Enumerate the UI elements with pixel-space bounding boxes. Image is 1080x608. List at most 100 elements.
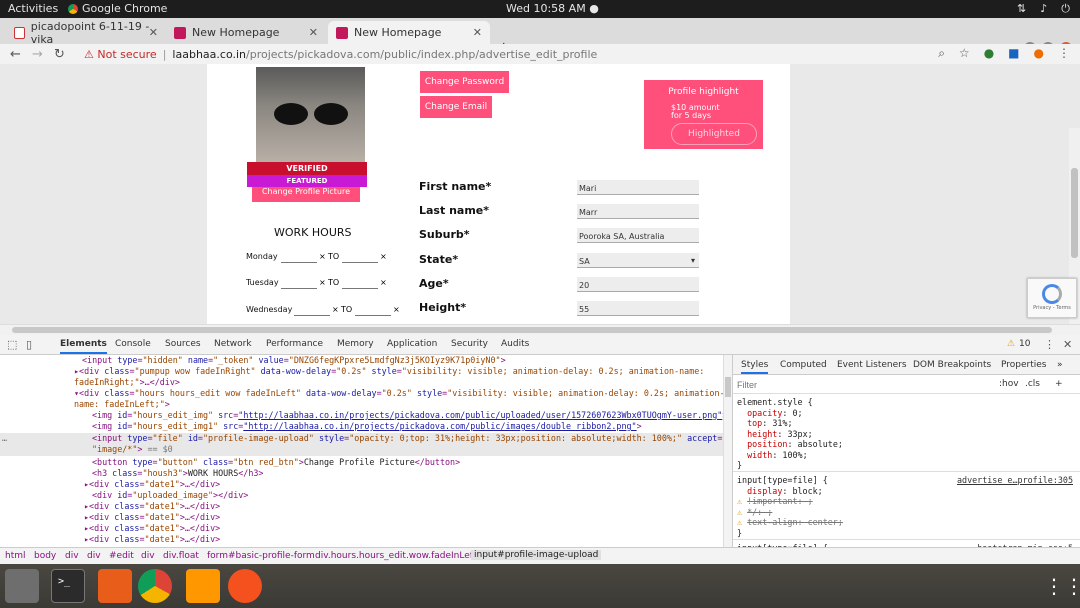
app-menu[interactable]: Google Chrome <box>68 2 167 15</box>
change-password-button[interactable]: Change Password <box>420 71 509 93</box>
tab-performance[interactable]: Performance <box>266 339 323 349</box>
age-input[interactable]: 20 <box>577 277 699 292</box>
element-style-rule[interactable]: element.style { opacity: 0; top: 31%; he… <box>737 397 843 471</box>
tab-network[interactable]: Network <box>214 339 252 349</box>
first-name-input[interactable]: Mari <box>577 180 699 195</box>
monday-to-input[interactable] <box>342 262 378 263</box>
system-tray[interactable]: ⇅ ♪ ⏻ <box>1017 2 1070 16</box>
url-field[interactable]: ⚠ Not secure | laabhaa.co.in /projects/p… <box>84 45 597 63</box>
dom-node[interactable]: <img id="hours_edit_img" src="http://laa… <box>92 410 723 421</box>
back-icon[interactable]: ← <box>10 47 21 62</box>
clear-icon[interactable]: × <box>319 252 326 261</box>
tab-new-homepage-active[interactable]: New Homepage ✕ <box>328 21 490 44</box>
breadcrumb-item[interactable]: html <box>5 551 26 561</box>
wednesday-to-input[interactable] <box>355 315 391 316</box>
monday-from-input[interactable] <box>281 262 317 263</box>
extension-icon[interactable]: ■ <box>1008 46 1019 61</box>
breadcrumb-item[interactable]: div <box>65 551 79 561</box>
activities-button[interactable]: Activities <box>8 2 58 15</box>
dom-node[interactable]: <img id="hours_edit_img1" src="http://la… <box>92 421 642 432</box>
tab-event-listeners[interactable]: Event Listeners <box>837 360 907 370</box>
files-app-icon[interactable] <box>5 569 39 603</box>
terminal-app-icon[interactable]: >_ <box>51 569 85 603</box>
tab-sources[interactable]: Sources <box>165 339 201 349</box>
selected-dom-node[interactable]: … <input type="file" id="profile-image-up… <box>0 433 723 456</box>
input-file-rule[interactable]: input[type=file] {advertise_e…profile:30… <box>737 475 1073 538</box>
dom-node[interactable]: <button type="button" class="btn red_btn… <box>92 457 460 468</box>
dom-node[interactable]: ▸<div class="date1">…</div> <box>84 523 220 534</box>
close-tab-icon[interactable]: ✕ <box>149 26 158 39</box>
dom-node[interactable]: <h3 class="housh3">WORK HOURS</h3> <box>92 468 263 479</box>
tab-dom-breakpoints[interactable]: DOM Breakpoints <box>913 360 991 370</box>
tab-security[interactable]: Security <box>451 339 488 349</box>
breadcrumb-item[interactable]: #edit <box>109 551 134 561</box>
sublime-app-icon[interactable] <box>186 569 220 603</box>
inspect-element-icon[interactable]: ⬚ <box>7 338 17 351</box>
tuesday-to-input[interactable] <box>342 288 378 289</box>
suburb-input[interactable]: Pooroka SA, Australia <box>577 228 699 243</box>
calculator-app-icon[interactable] <box>98 569 132 603</box>
tab-audits[interactable]: Audits <box>501 339 529 349</box>
show-apps-grid-icon[interactable]: ⋮⋮ <box>1044 569 1080 603</box>
tab-console[interactable]: Console <box>115 339 151 349</box>
clear-icon[interactable]: × <box>393 305 400 314</box>
class-toggle[interactable]: .cls <box>1025 379 1040 389</box>
scrollbar-thumb[interactable] <box>725 377 731 397</box>
extension-icon[interactable]: ● <box>984 46 994 61</box>
tab-gmail[interactable]: picadopoint 6-11-19 - vika ✕ <box>6 20 166 46</box>
dom-node[interactable]: ▸<div class="date1">…</div> <box>84 512 220 523</box>
tab-properties[interactable]: Properties <box>1001 360 1046 370</box>
state-select[interactable]: SA ▾ <box>577 253 699 268</box>
dom-node[interactable]: ▸<div class="date1">…</div> <box>84 501 220 512</box>
scrollbar-thumb[interactable] <box>12 327 1052 333</box>
clear-icon[interactable]: × <box>380 252 387 261</box>
change-email-button[interactable]: Change Email <box>420 96 492 118</box>
dom-node[interactable]: ▸<div class="pumpup wow fadeInRight" dat… <box>74 366 704 377</box>
elements-scrollbar[interactable] <box>723 355 732 547</box>
styles-filter-input[interactable] <box>737 378 987 391</box>
tab-application[interactable]: Application <box>387 339 437 349</box>
breadcrumb-item-current[interactable]: input#profile-image-upload <box>471 550 602 560</box>
dom-node[interactable]: <div id="uploaded_image"></div> <box>92 490 248 501</box>
tab-memory[interactable]: Memory <box>337 339 374 349</box>
breadcrumb-item[interactable]: div <box>87 551 101 561</box>
close-tab-icon[interactable]: ✕ <box>309 26 318 39</box>
scrollbar-thumb[interactable] <box>1071 168 1078 258</box>
reload-icon[interactable]: ↻ <box>54 47 65 62</box>
dom-node[interactable]: ▸<div class="date1">…</div> <box>84 479 220 490</box>
close-devtools-icon[interactable]: ✕ <box>1063 338 1072 351</box>
recaptcha-badge[interactable]: Privacy - Terms <box>1027 278 1077 318</box>
forward-icon[interactable]: → <box>32 47 43 62</box>
menu-icon[interactable]: ⋮ <box>1058 46 1070 61</box>
hover-state-toggle[interactable]: :hov <box>999 379 1019 389</box>
add-rule-icon[interactable]: + <box>1055 379 1063 389</box>
bookmark-star-icon[interactable]: ☆ <box>959 46 970 61</box>
tab-styles[interactable]: Styles <box>741 360 769 374</box>
profile-icon[interactable]: ● <box>1034 46 1044 61</box>
more-menu-icon[interactable]: ⋮ <box>1044 338 1055 351</box>
breadcrumb-item[interactable]: div <box>141 551 155 561</box>
change-profile-picture-button[interactable]: Change Profile Picture <box>252 187 360 202</box>
device-toolbar-icon[interactable]: ▯ <box>26 338 32 351</box>
horizontal-scrollbar[interactable] <box>0 324 1080 335</box>
breadcrumb-item[interactable]: div.hours.hours_edit.wow.fadeInLeft <box>315 551 476 561</box>
warning-icon[interactable]: ⚠ <box>1007 339 1015 349</box>
chrome-app-icon[interactable] <box>138 569 172 603</box>
more-tabs-icon[interactable]: » <box>1057 360 1063 370</box>
breadcrumb-item[interactable]: form#basic-profile-form <box>207 551 315 561</box>
postman-app-icon[interactable] <box>228 569 262 603</box>
clock[interactable]: Wed 10:58 AM ● <box>506 2 599 15</box>
breadcrumb-item[interactable]: body <box>34 551 56 561</box>
tab-elements[interactable]: Elements <box>60 339 107 354</box>
clear-icon[interactable]: × <box>332 305 339 314</box>
tab-computed[interactable]: Computed <box>780 360 827 370</box>
zoom-icon[interactable]: ⌕ <box>938 46 945 61</box>
clear-icon[interactable]: × <box>319 278 326 287</box>
breadcrumb-item[interactable]: div.float <box>163 551 199 561</box>
highlighted-button[interactable]: Highlighted <box>671 123 757 145</box>
tab-new-homepage-1[interactable]: New Homepage ✕ <box>166 21 326 44</box>
height-input[interactable]: 55 <box>577 301 699 316</box>
wednesday-from-input[interactable] <box>294 315 330 316</box>
dom-node[interactable]: ▾<div class="hours hours_edit wow fadeIn… <box>74 388 723 399</box>
dom-node[interactable]: <input type="hidden" name="_token" value… <box>82 355 506 366</box>
